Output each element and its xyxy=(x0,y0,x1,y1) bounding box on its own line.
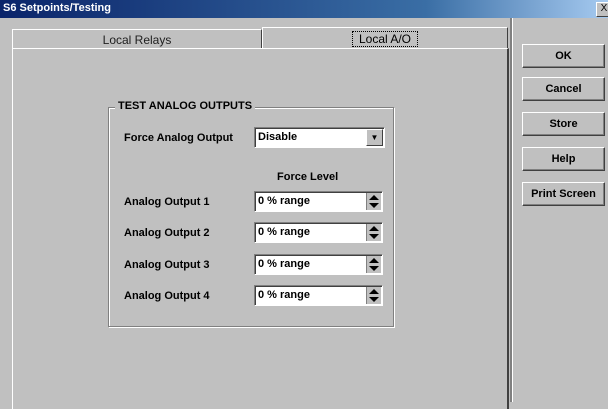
analog-output-1-label: Analog Output 1 xyxy=(124,196,210,208)
analog-output-3-value: 0 % range xyxy=(258,258,310,270)
tab-local-ao-label: Local A/O xyxy=(351,31,419,47)
analog-output-4-spinner[interactable]: 0 % range xyxy=(254,285,383,306)
analog-output-2-spinner[interactable]: 0 % range xyxy=(254,222,383,243)
store-button[interactable]: Store xyxy=(522,112,605,136)
help-button[interactable]: Help xyxy=(522,147,605,171)
analog-output-3-label: Analog Output 3 xyxy=(124,259,210,271)
print-screen-button[interactable]: Print Screen xyxy=(522,182,605,206)
close-button[interactable]: X xyxy=(596,2,608,17)
analog-output-2-label: Analog Output 2 xyxy=(124,227,210,239)
spinner-arrows-icon[interactable] xyxy=(366,256,381,273)
tab-local-relays-label: Local Relays xyxy=(102,33,172,47)
analog-output-4-value: 0 % range xyxy=(258,289,310,301)
title-bar: S6 Setpoints/Testing X xyxy=(0,0,608,18)
spinner-arrows-icon[interactable] xyxy=(366,193,381,210)
chevron-down-icon[interactable]: ▼ xyxy=(366,129,383,146)
analog-output-3-spinner[interactable]: 0 % range xyxy=(254,254,383,275)
ok-button[interactable]: OK xyxy=(522,44,605,68)
force-analog-output-label: Force Analog Output xyxy=(124,132,233,144)
spinner-arrows-icon[interactable] xyxy=(366,287,381,304)
analog-output-2-value: 0 % range xyxy=(258,226,310,238)
spinner-arrows-icon[interactable] xyxy=(366,224,381,241)
analog-output-1-value: 0 % range xyxy=(258,195,310,207)
window-title: S6 Setpoints/Testing xyxy=(3,2,111,14)
force-analog-output-select[interactable]: Disable ▼ xyxy=(254,127,385,148)
force-analog-output-value: Disable xyxy=(258,131,298,143)
analog-output-4-label: Analog Output 4 xyxy=(124,290,210,302)
group-title: TEST ANALOG OUTPUTS xyxy=(115,100,256,112)
analog-output-1-spinner[interactable]: 0 % range xyxy=(254,191,383,212)
cancel-button[interactable]: Cancel xyxy=(522,77,605,101)
force-level-header: Force Level xyxy=(277,171,339,183)
side-divider xyxy=(510,18,513,402)
